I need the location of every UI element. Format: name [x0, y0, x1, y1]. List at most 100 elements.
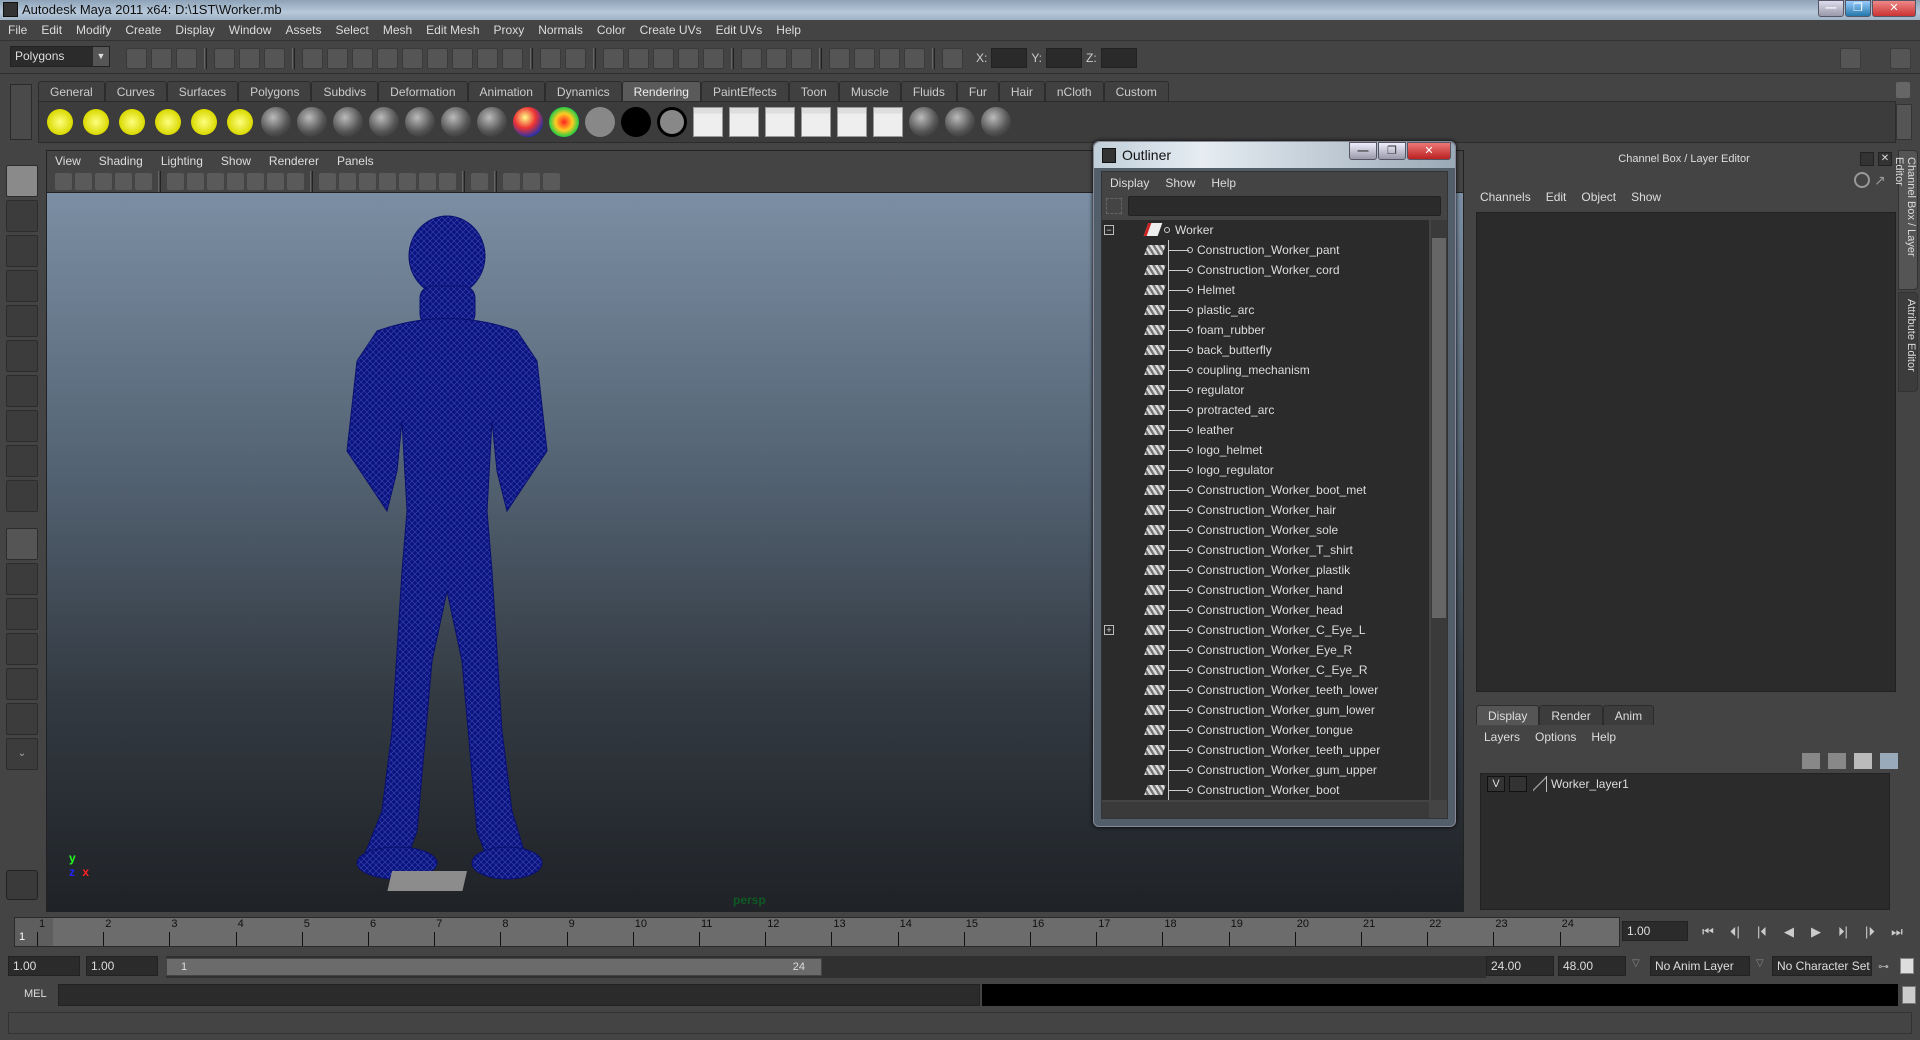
menu-create[interactable]: Create — [125, 23, 161, 37]
playback-end-field[interactable]: 24.00 — [1486, 956, 1554, 976]
move-tool-icon[interactable] — [6, 270, 38, 302]
create-layer-from-selected-icon[interactable] — [1880, 753, 1898, 769]
menu-display[interactable]: Display — [175, 23, 214, 37]
shelf-tab-painteffects[interactable]: PaintEffects — [700, 81, 789, 101]
lasso-tool-icon[interactable] — [6, 200, 38, 232]
channel-menu-object[interactable]: Object — [1581, 190, 1616, 204]
area-light-icon[interactable] — [189, 107, 219, 137]
film-gate-icon[interactable] — [187, 173, 204, 190]
layer-tab-anim[interactable]: Anim — [1602, 705, 1655, 725]
break-link-icon[interactable] — [909, 107, 939, 137]
render-view-window-icon[interactable] — [829, 48, 850, 69]
outliner-item[interactable]: Helmet — [1102, 280, 1429, 300]
shelf-tab-animation[interactable]: Animation — [467, 81, 545, 101]
move-layer-down-icon[interactable] — [1828, 753, 1846, 769]
step-back-key-button[interactable]: ⏴| — [1725, 922, 1745, 942]
go-to-end-button[interactable]: ⏭ — [1887, 922, 1907, 942]
select-misc-icon[interactable] — [502, 48, 523, 69]
shelf-tab-hair[interactable]: Hair — [998, 81, 1045, 101]
outliner-item[interactable]: foam_rubber — [1102, 320, 1429, 340]
snap-point-icon[interactable] — [653, 48, 674, 69]
outliner-root-row[interactable]: − Worker — [1102, 220, 1429, 240]
layer-menu-options[interactable]: Options — [1535, 730, 1576, 744]
filter-select-icon[interactable] — [1106, 198, 1122, 214]
menu-mesh[interactable]: Mesh — [383, 23, 412, 37]
step-back-frame-button[interactable]: |⏴ — [1752, 922, 1772, 942]
ambient-light-icon[interactable] — [45, 107, 75, 137]
select-deformations-icon[interactable] — [427, 48, 448, 69]
image-plane-icon[interactable] — [115, 173, 132, 190]
anisotropic-shader-icon[interactable] — [333, 107, 363, 137]
select-tool-icon[interactable] — [6, 165, 38, 197]
outliner-close-button[interactable]: ✕ — [1407, 142, 1451, 160]
persp-graph-hypergraph-layout-icon[interactable] — [6, 703, 38, 735]
rotate-tool-icon[interactable] — [6, 305, 38, 337]
layer-color-swatch[interactable] — [1533, 776, 1547, 792]
menu-proxy[interactable]: Proxy — [494, 23, 525, 37]
phong-shader-icon[interactable] — [441, 107, 471, 137]
outliner-item[interactable]: Construction_Worker_T_shirt — [1102, 540, 1429, 560]
tool-settings-toggle-icon[interactable] — [1865, 48, 1886, 69]
layered-shader-icon[interactable] — [657, 107, 687, 137]
select-curves-icon[interactable] — [377, 48, 398, 69]
shelf-tab-curves[interactable]: Curves — [104, 81, 167, 101]
outliner-item[interactable]: Construction_Worker_gum_upper — [1102, 760, 1429, 780]
outliner-vertical-scrollbar[interactable] — [1431, 220, 1447, 800]
shelf-tab-fur[interactable]: Fur — [956, 81, 999, 101]
wireframe-icon[interactable] — [319, 173, 336, 190]
z-input[interactable] — [1100, 48, 1137, 68]
outliner-item[interactable]: Construction_Worker_boot_met — [1102, 480, 1429, 500]
shelf-tab-general[interactable]: General — [38, 81, 105, 101]
maximize-button[interactable]: ❐ — [1845, 0, 1871, 17]
channel-box-area[interactable] — [1476, 212, 1896, 692]
animation-start-field[interactable]: 1.00 — [8, 956, 80, 976]
outliner-minimize-button[interactable]: — — [1349, 142, 1377, 160]
select-joints-icon[interactable] — [352, 48, 373, 69]
surface-shader-icon[interactable] — [585, 107, 615, 137]
y-input[interactable] — [1046, 48, 1083, 68]
shelf-tab-muscle[interactable]: Muscle — [838, 81, 901, 101]
shelf-tab-rendering[interactable]: Rendering — [621, 81, 701, 101]
snap-view-plane-icon[interactable] — [678, 48, 699, 69]
close-panel-icon[interactable]: ✕ — [1878, 152, 1892, 166]
attribute-editor-toggle-icon[interactable] — [1840, 48, 1861, 69]
layer-menu-layers[interactable]: Layers — [1484, 730, 1520, 744]
outliner-item[interactable]: Construction_Worker_pant — [1102, 240, 1429, 260]
high-quality-icon[interactable] — [439, 173, 456, 190]
viewport-menu-shading[interactable]: Shading — [99, 154, 143, 168]
outliner-item[interactable]: logo_helmet — [1102, 440, 1429, 460]
channel-box-toggle-icon[interactable] — [1890, 48, 1911, 69]
menu-window[interactable]: Window — [229, 23, 272, 37]
xray-joints-icon[interactable] — [523, 173, 540, 190]
select-camera-icon[interactable] — [55, 173, 72, 190]
select-surfaces-icon[interactable] — [402, 48, 423, 69]
menu-assets[interactable]: Assets — [285, 23, 321, 37]
playback-start-field[interactable]: 1.00 — [86, 956, 158, 976]
minimize-button[interactable]: — — [1818, 0, 1844, 17]
single-perspective-layout-icon[interactable] — [6, 528, 38, 560]
render-view-icon[interactable] — [693, 107, 723, 137]
outliner-item[interactable]: Construction_Worker_head — [1102, 600, 1429, 620]
tab-channel-box[interactable]: Channel Box / Layer Editor — [1893, 150, 1918, 290]
layer-menu-help[interactable]: Help — [1591, 730, 1616, 744]
step-forward-key-button[interactable]: |⏵ — [1860, 922, 1880, 942]
lambert-shader-icon[interactable] — [405, 107, 435, 137]
current-time-field[interactable]: 1.00 — [1622, 921, 1688, 941]
outliner-item[interactable]: Construction_Worker_C_Eye_R — [1102, 660, 1429, 680]
menu-edit-uvs[interactable]: Edit UVs — [716, 23, 763, 37]
character-set-dropdown[interactable]: No Character Set — [1772, 956, 1872, 976]
script-language-toggle[interactable]: MEL — [24, 988, 47, 1000]
collapse-icon[interactable]: − — [1104, 225, 1114, 235]
layer-row[interactable]: V Worker_layer1 — [1481, 774, 1889, 794]
play-backwards-button[interactable]: ◀ — [1779, 922, 1799, 942]
layer-display-type-toggle[interactable] — [1509, 776, 1527, 792]
menu-edit-mesh[interactable]: Edit Mesh — [426, 23, 479, 37]
menu-set-dropdown[interactable]: Polygons ▼ — [10, 46, 110, 67]
bookmarks-icon[interactable] — [95, 173, 112, 190]
go-to-start-button[interactable]: ⏮ — [1698, 922, 1718, 942]
scroll-thumb[interactable] — [1432, 238, 1446, 618]
blinn-shader-icon[interactable] — [369, 107, 399, 137]
expand-icon[interactable]: + — [1104, 625, 1114, 635]
scale-tool-icon[interactable] — [6, 340, 38, 372]
outliner-item[interactable]: Construction_Worker_boot — [1102, 780, 1429, 800]
